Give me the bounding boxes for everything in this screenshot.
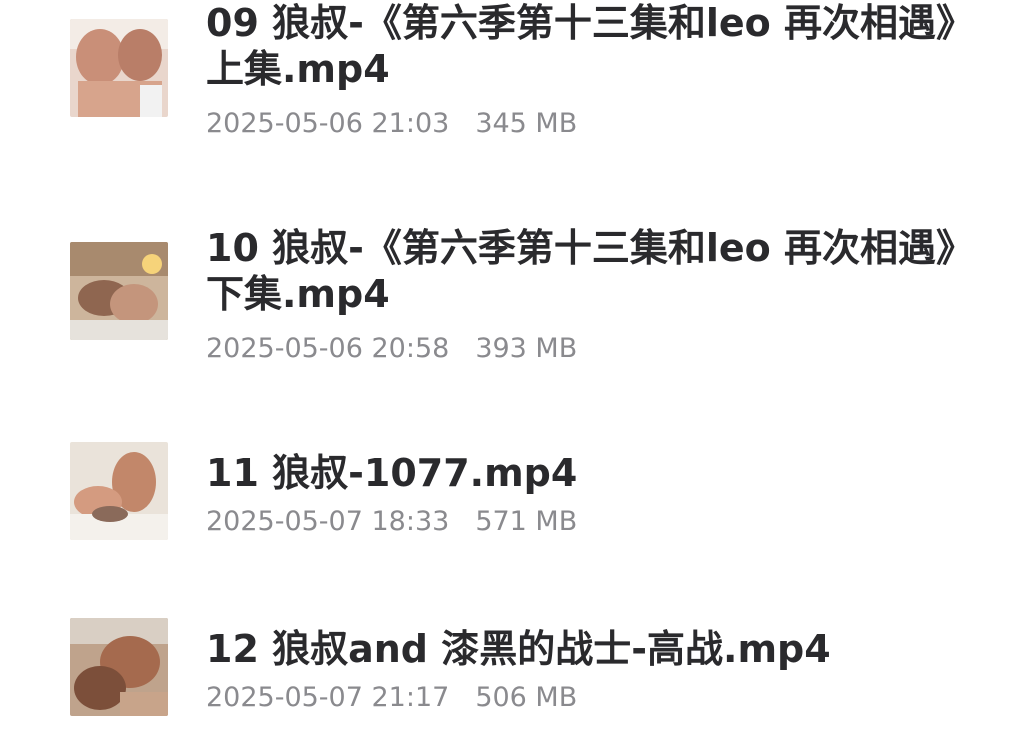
video-thumbnail bbox=[70, 618, 168, 716]
file-date: 2025-05-06 20:58 bbox=[206, 333, 450, 364]
file-meta: 2025-05-07 21:17 506 MB bbox=[206, 682, 577, 714]
file-size: 571 MB bbox=[475, 506, 578, 537]
video-thumbnail bbox=[70, 242, 168, 340]
file-date: 2025-05-07 18:33 bbox=[206, 506, 450, 537]
file-name: 09 狼叔-《第六季第十三集和leo 再次相遇》上集.mp4 bbox=[206, 1, 956, 91]
file-list-item[interactable]: 09 狼叔-《第六季第十三集和leo 再次相遇》上集.mp4 2025-05-0… bbox=[0, 0, 1024, 160]
video-thumbnail bbox=[70, 19, 168, 117]
file-list-item[interactable]: 11 狼叔-1077.mp4 2025-05-07 18:33 571 MB bbox=[0, 440, 1024, 550]
file-name: 10 狼叔-《第六季第十三集和leo 再次相遇》下集.mp4 bbox=[206, 226, 956, 316]
file-date: 2025-05-07 21:17 bbox=[206, 682, 450, 713]
video-thumbnail bbox=[70, 442, 168, 540]
file-size: 393 MB bbox=[475, 333, 578, 364]
file-name: 11 狼叔-1077.mp4 bbox=[206, 451, 578, 495]
file-meta: 2025-05-07 18:33 571 MB bbox=[206, 506, 577, 538]
file-list-item[interactable]: 12 狼叔and 漆黑的战士-高战.mp4 2025-05-07 21:17 50… bbox=[0, 616, 1024, 726]
file-list-item[interactable]: 10 狼叔-《第六季第十三集和leo 再次相遇》下集.mp4 2025-05-0… bbox=[0, 222, 1024, 382]
file-meta: 2025-05-06 21:03 345 MB bbox=[206, 108, 577, 140]
file-name: 12 狼叔and 漆黑的战士-高战.mp4 bbox=[206, 627, 831, 671]
file-size: 345 MB bbox=[475, 108, 578, 139]
file-date: 2025-05-06 21:03 bbox=[206, 108, 450, 139]
file-list: 09 狼叔-《第六季第十三集和leo 再次相遇》上集.mp4 2025-05-0… bbox=[0, 0, 1024, 729]
file-meta: 2025-05-06 20:58 393 MB bbox=[206, 333, 577, 365]
file-size: 506 MB bbox=[475, 682, 578, 713]
